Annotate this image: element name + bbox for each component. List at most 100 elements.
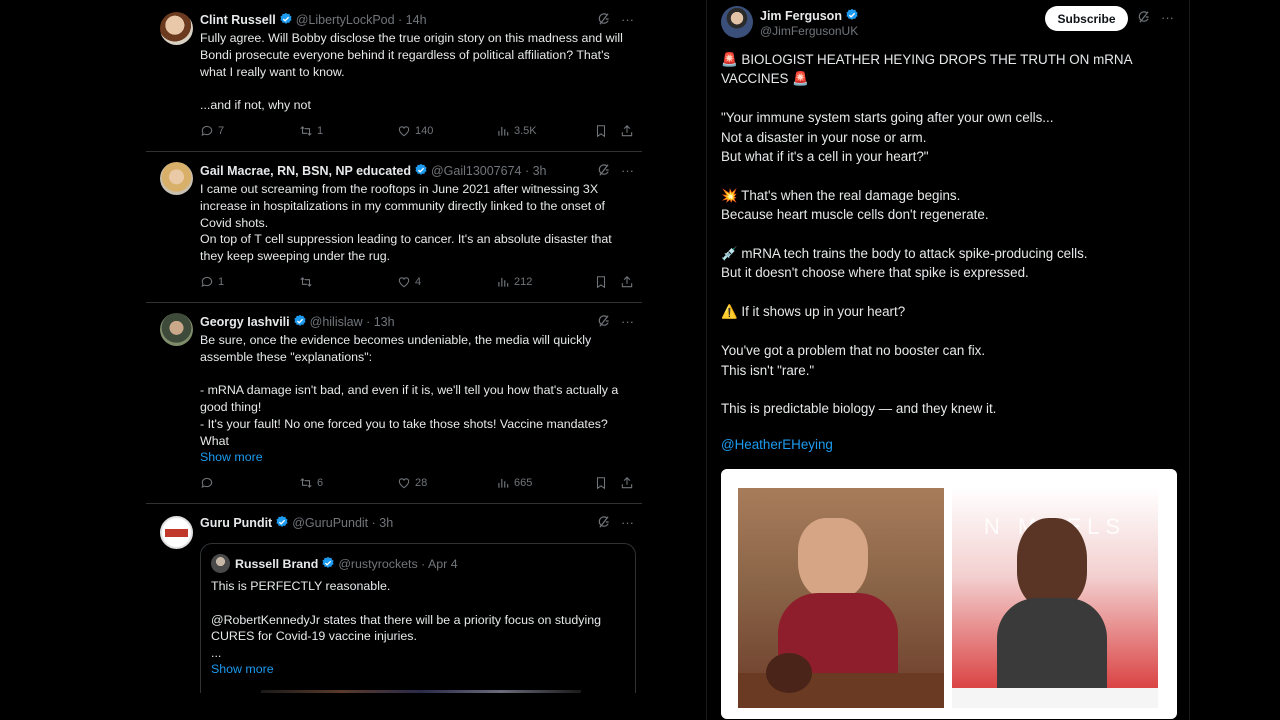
- quote-author-handle[interactable]: @rustyrockets · Apr 4: [338, 557, 457, 571]
- author-name[interactable]: Clint Russell: [200, 13, 276, 27]
- subscribe-button[interactable]: Subscribe: [1045, 6, 1128, 31]
- view-count: 212: [514, 276, 533, 288]
- share-button[interactable]: [620, 476, 634, 490]
- quoted-tweet[interactable]: Russell Brand @rustyrockets · Apr 4 This …: [200, 543, 636, 693]
- avatar-logo: [165, 529, 188, 537]
- author-handle[interactable]: @JimFergusonUK: [760, 24, 858, 38]
- tweet-item[interactable]: Gail Macrae, RN, BSN, NP educated @Gail13…: [146, 152, 642, 303]
- repost-button[interactable]: 6: [299, 476, 323, 490]
- reply-button[interactable]: [200, 476, 218, 490]
- reply-icon: [200, 275, 214, 289]
- like-count: 28: [415, 477, 428, 489]
- verified-badge-icon: [414, 163, 428, 177]
- like-icon: [397, 476, 411, 490]
- author-handle[interactable]: @Gail13007674 · 3h: [431, 164, 547, 178]
- verified-badge-icon: [279, 12, 293, 26]
- share-button[interactable]: [620, 124, 634, 138]
- like-button[interactable]: 140: [397, 124, 433, 138]
- bookmark-button[interactable]: [594, 124, 608, 138]
- grok-icon[interactable]: [597, 515, 611, 529]
- views-button[interactable]: 665: [496, 476, 532, 490]
- tweet-item[interactable]: Clint Russell @LibertyLockPod · 14h ··· F…: [146, 0, 642, 152]
- view-count: 3.5K: [514, 125, 537, 137]
- reply-thread: Clint Russell @LibertyLockPod · 14h ··· F…: [146, 0, 642, 693]
- reply-count: 7: [218, 125, 225, 137]
- tweet-item[interactable]: Guru Pundit @GuruPundit · 3h ··· Russell …: [146, 504, 642, 693]
- quote-media-preview: [261, 690, 581, 693]
- post-video[interactable]: N MI ELS: [721, 469, 1177, 719]
- person-figure: [1017, 518, 1087, 608]
- heart-model: [766, 653, 812, 693]
- repost-count: 6: [317, 477, 324, 489]
- avatar[interactable]: [160, 516, 193, 549]
- author-name[interactable]: Guru Pundit: [200, 516, 272, 530]
- verified-badge-icon: [293, 314, 307, 328]
- reply-button[interactable]: 7: [200, 124, 224, 138]
- video-frame-right: N MI ELS: [952, 488, 1158, 708]
- like-button[interactable]: 4: [397, 275, 421, 289]
- person-body: [997, 598, 1107, 698]
- reply-count: 1: [218, 276, 225, 288]
- views-icon: [496, 476, 510, 490]
- quote-text: This is PERFECTLY reasonable. @RobertKen…: [211, 579, 602, 661]
- repost-icon: [299, 275, 313, 289]
- show-more-link[interactable]: Show more: [211, 662, 274, 676]
- tweet-text: Be sure, once the evidence becomes unden…: [200, 333, 619, 448]
- more-icon[interactable]: ···: [621, 12, 634, 27]
- reply-button[interactable]: 1: [200, 275, 224, 289]
- desk-surface: [952, 688, 1158, 708]
- avatar[interactable]: [160, 313, 193, 346]
- show-more-link[interactable]: Show more: [200, 449, 636, 466]
- author-handle[interactable]: @GuruPundit · 3h: [292, 516, 393, 530]
- author-name[interactable]: Jim Ferguson: [760, 9, 842, 23]
- more-icon[interactable]: ···: [621, 515, 634, 530]
- views-button[interactable]: 3.5K: [496, 124, 537, 138]
- avatar[interactable]: [160, 12, 193, 45]
- grok-icon[interactable]: [597, 12, 611, 26]
- repost-button[interactable]: [299, 275, 317, 289]
- reply-icon: [200, 124, 214, 138]
- tweet-item[interactable]: Georgy Iashvili @hilislaw · 13h ··· Be su…: [146, 303, 642, 504]
- repost-count: 1: [317, 125, 324, 137]
- author-handle[interactable]: @LibertyLockPod · 14h: [296, 13, 427, 27]
- like-count: 140: [415, 125, 434, 137]
- more-icon[interactable]: ···: [1161, 10, 1174, 25]
- quote-avatar[interactable]: [211, 554, 230, 573]
- like-count: 4: [415, 276, 422, 288]
- share-icon: [620, 476, 634, 490]
- bookmark-icon: [594, 275, 608, 289]
- author-handle[interactable]: @hilislaw · 13h: [310, 315, 395, 329]
- share-icon: [620, 124, 634, 138]
- views-icon: [496, 275, 510, 289]
- grok-icon[interactable]: [1137, 10, 1151, 24]
- tweet-text: I came out screaming from the rooftops i…: [200, 182, 612, 264]
- like-button[interactable]: 28: [397, 476, 427, 490]
- views-icon: [496, 124, 510, 138]
- avatar[interactable]: [160, 162, 193, 195]
- like-icon: [397, 275, 411, 289]
- more-icon[interactable]: ···: [621, 163, 634, 178]
- bookmark-button[interactable]: [594, 275, 608, 289]
- mention-link[interactable]: @HeatherEHeying: [721, 437, 833, 452]
- repost-icon: [299, 476, 313, 490]
- bookmark-button[interactable]: [594, 476, 608, 490]
- repost-icon: [299, 124, 313, 138]
- person-figure: [798, 518, 868, 600]
- bookmark-icon: [594, 124, 608, 138]
- share-button[interactable]: [620, 275, 634, 289]
- quote-author-name[interactable]: Russell Brand: [235, 557, 318, 571]
- avatar[interactable]: [721, 6, 753, 38]
- grok-icon[interactable]: [597, 163, 611, 177]
- verified-badge-icon: [321, 556, 335, 570]
- author-name[interactable]: Gail Macrae, RN, BSN, NP educated: [200, 164, 411, 178]
- author-name[interactable]: Georgy Iashvili: [200, 315, 290, 329]
- share-icon: [620, 275, 634, 289]
- verified-badge-icon: [275, 515, 289, 529]
- more-icon[interactable]: ···: [621, 314, 634, 329]
- repost-button[interactable]: 1: [299, 124, 323, 138]
- main-post: Jim Ferguson @JimFergusonUK Subscribe ··…: [706, 0, 1190, 720]
- post-text: 🚨 BIOLOGIST HEATHER HEYING DROPS THE TRU…: [721, 52, 1132, 417]
- views-button[interactable]: 212: [496, 275, 532, 289]
- grok-icon[interactable]: [597, 314, 611, 328]
- view-count: 665: [514, 477, 533, 489]
